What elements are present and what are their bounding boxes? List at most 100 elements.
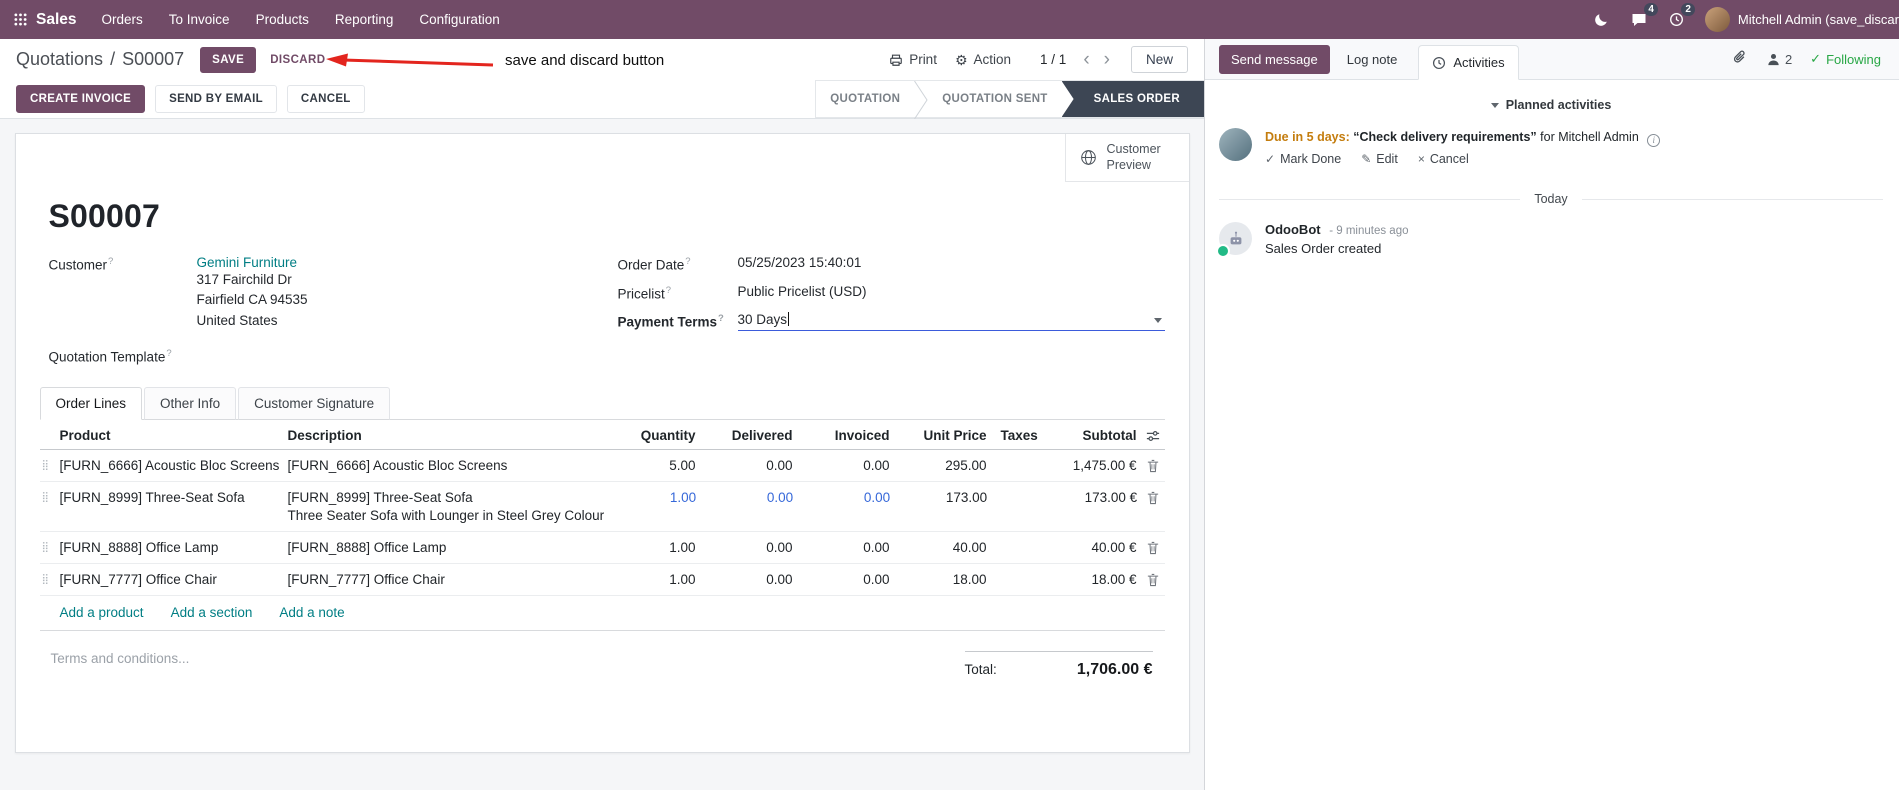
add-section-link[interactable]: Add a section xyxy=(171,605,253,620)
action-button[interactable]: ⚙ Action xyxy=(946,46,1020,73)
followers-button[interactable]: 2 xyxy=(1766,52,1792,67)
drag-handle-icon[interactable]: ⣿ xyxy=(40,564,56,595)
drag-handle-icon[interactable]: ⣿ xyxy=(40,450,56,481)
edit-activity-button[interactable]: ✎ Edit xyxy=(1361,152,1398,166)
cell-description[interactable]: [FURN_6666] Acoustic Bloc Screens xyxy=(284,450,608,481)
nav-item-products[interactable]: Products xyxy=(243,0,322,39)
cell-quantity[interactable]: 1.00 xyxy=(608,482,700,531)
info-icon[interactable]: i xyxy=(1647,134,1661,148)
optional-columns-button[interactable] xyxy=(1141,420,1165,449)
nav-item-orders[interactable]: Orders xyxy=(89,0,156,39)
cell-unit-price[interactable]: 18.00 xyxy=(894,564,991,595)
create-invoice-button[interactable]: CREATE INVOICE xyxy=(16,85,146,113)
customer-preview-button[interactable]: Customer Preview xyxy=(1064,134,1189,182)
cell-quantity[interactable]: 5.00 xyxy=(608,450,700,481)
customer-link[interactable]: Gemini Furniture xyxy=(197,255,298,270)
cell-quantity[interactable]: 1.00 xyxy=(608,564,700,595)
drag-handle-icon[interactable]: ⣿ xyxy=(40,532,56,563)
cell-delivered[interactable]: 0.00 xyxy=(700,564,797,595)
cell-product[interactable]: [FURN_8999] Three-Seat Sofa xyxy=(56,482,284,531)
table-row[interactable]: ⣿ [FURN_6666] Acoustic Bloc Screens [FUR… xyxy=(39,450,1165,483)
nav-item-to-invoice[interactable]: To Invoice xyxy=(156,0,243,39)
cell-taxes[interactable] xyxy=(991,564,1069,595)
payment-terms-input[interactable]: 30 Days xyxy=(737,312,1165,331)
drag-handle-icon[interactable]: ⣿ xyxy=(40,482,56,531)
cell-quantity[interactable]: 1.00 xyxy=(608,532,700,563)
delete-row-button[interactable] xyxy=(1141,564,1165,595)
cell-invoiced[interactable]: 0.00 xyxy=(797,450,894,481)
odoobot-avatar[interactable] xyxy=(1216,222,1252,257)
cell-invoiced[interactable]: 0.00 xyxy=(797,564,894,595)
cell-taxes[interactable] xyxy=(991,482,1069,531)
apps-menu[interactable]: Sales xyxy=(6,0,89,39)
cell-description[interactable]: [FURN_8999] Three-Seat Sofa Three Seater… xyxy=(284,482,609,531)
attach-files-button[interactable] xyxy=(1733,50,1748,68)
discard-button[interactable]: DISCARD xyxy=(260,48,335,72)
table-row[interactable]: ⣿ [FURN_7777] Office Chair [FURN_7777] O… xyxy=(39,564,1165,597)
user-menu[interactable]: Mitchell Admin (save_discar xyxy=(1695,0,1899,39)
payment-terms-value: 30 Days xyxy=(737,312,788,327)
cell-invoiced[interactable]: 0.00 xyxy=(797,482,894,531)
control-panel-right: Print ⚙ Action 1 / 1 ‹ › New xyxy=(880,46,1188,73)
cell-invoiced[interactable]: 0.00 xyxy=(797,532,894,563)
cancel-activity-button[interactable]: × Cancel xyxy=(1418,152,1469,166)
pricelist-label: Pricelist? xyxy=(617,284,672,302)
cell-unit-price[interactable]: 40.00 xyxy=(894,532,991,563)
order-date-value[interactable]: 05/25/2023 15:40:01 xyxy=(738,255,1165,273)
stage-quotation[interactable]: QUOTATION xyxy=(816,81,914,117)
cell-product[interactable]: [FURN_6666] Acoustic Bloc Screens xyxy=(56,450,284,481)
field-groups: Customer? Gemini Furniture 317 Fairchild… xyxy=(49,255,1165,364)
nav-item-configuration[interactable]: Configuration xyxy=(406,0,512,39)
log-note-button[interactable]: Log note xyxy=(1336,46,1409,73)
new-button[interactable]: New xyxy=(1130,46,1188,73)
cancel-order-button[interactable]: CANCEL xyxy=(286,85,365,113)
chevron-down-icon[interactable] xyxy=(1153,318,1162,323)
table-row[interactable]: ⣿ [FURN_8999] Three-Seat Sofa [FURN_8999… xyxy=(39,482,1165,533)
pager-next-button[interactable]: › xyxy=(1097,50,1117,69)
print-button[interactable]: Print xyxy=(880,46,946,73)
tab-order-lines[interactable]: Order Lines xyxy=(39,387,143,421)
send-message-button[interactable]: Send message xyxy=(1219,44,1330,74)
delete-row-button[interactable] xyxy=(1141,532,1165,563)
messages-button[interactable]: 4 xyxy=(1620,0,1658,39)
pager-previous-button[interactable]: ‹ xyxy=(1076,50,1096,69)
cell-unit-price[interactable]: 173.00 xyxy=(894,482,991,531)
cell-product[interactable]: [FURN_7777] Office Chair xyxy=(56,564,284,595)
save-button[interactable]: SAVE xyxy=(200,46,257,73)
breadcrumb-quotations[interactable]: Quotations xyxy=(16,49,103,70)
tab-other-info[interactable]: Other Info xyxy=(144,387,237,421)
stage-sales-order[interactable]: SALES ORDER xyxy=(1061,81,1204,117)
cell-unit-price[interactable]: 295.00 xyxy=(894,450,991,481)
activity-avatar[interactable] xyxy=(1219,128,1252,161)
dark-mode-toggle[interactable] xyxy=(1583,0,1620,39)
activities-button[interactable]: 2 xyxy=(1658,0,1695,39)
activity-summary: “Check delivery requirements” xyxy=(1353,130,1537,144)
terms-placeholder[interactable]: Terms and conditions... xyxy=(51,651,190,679)
stage-quotation-sent[interactable]: QUOTATION SENT xyxy=(928,81,1061,117)
mark-done-button[interactable]: ✓ Mark Done xyxy=(1265,152,1341,166)
cell-description[interactable]: [FURN_8888] Office Lamp xyxy=(284,532,608,563)
send-by-email-button[interactable]: SEND BY EMAIL xyxy=(155,85,277,113)
delete-row-button[interactable] xyxy=(1141,450,1165,481)
delete-row-button[interactable] xyxy=(1141,482,1165,531)
table-row[interactable]: ⣿ [FURN_8888] Office Lamp [FURN_8888] Of… xyxy=(39,532,1165,565)
activities-tab[interactable]: Activities xyxy=(1418,45,1519,80)
cell-taxes[interactable] xyxy=(991,532,1069,563)
nav-item-reporting[interactable]: Reporting xyxy=(322,0,407,39)
cell-delivered[interactable]: 0.00 xyxy=(700,532,797,563)
message-author[interactable]: OdooBot xyxy=(1265,222,1321,237)
following-button[interactable]: ✓ Following xyxy=(1810,51,1881,67)
cell-delivered[interactable]: 0.00 xyxy=(700,482,797,531)
cell-delivered[interactable]: 0.00 xyxy=(700,450,797,481)
help-marker: ? xyxy=(108,256,114,267)
cell-product[interactable]: [FURN_8888] Office Lamp xyxy=(56,532,284,563)
cell-taxes[interactable] xyxy=(991,450,1069,481)
cell-description[interactable]: [FURN_7777] Office Chair xyxy=(284,564,608,595)
pricelist-value[interactable]: Public Pricelist (USD) xyxy=(738,284,1165,302)
quotation-template-value[interactable] xyxy=(197,347,618,365)
add-product-link[interactable]: Add a product xyxy=(60,605,144,620)
add-note-link[interactable]: Add a note xyxy=(279,605,344,620)
planned-activities-header[interactable]: Planned activities xyxy=(1219,98,1883,112)
person-icon xyxy=(1768,53,1779,65)
tab-customer-signature[interactable]: Customer Signature xyxy=(238,387,391,421)
